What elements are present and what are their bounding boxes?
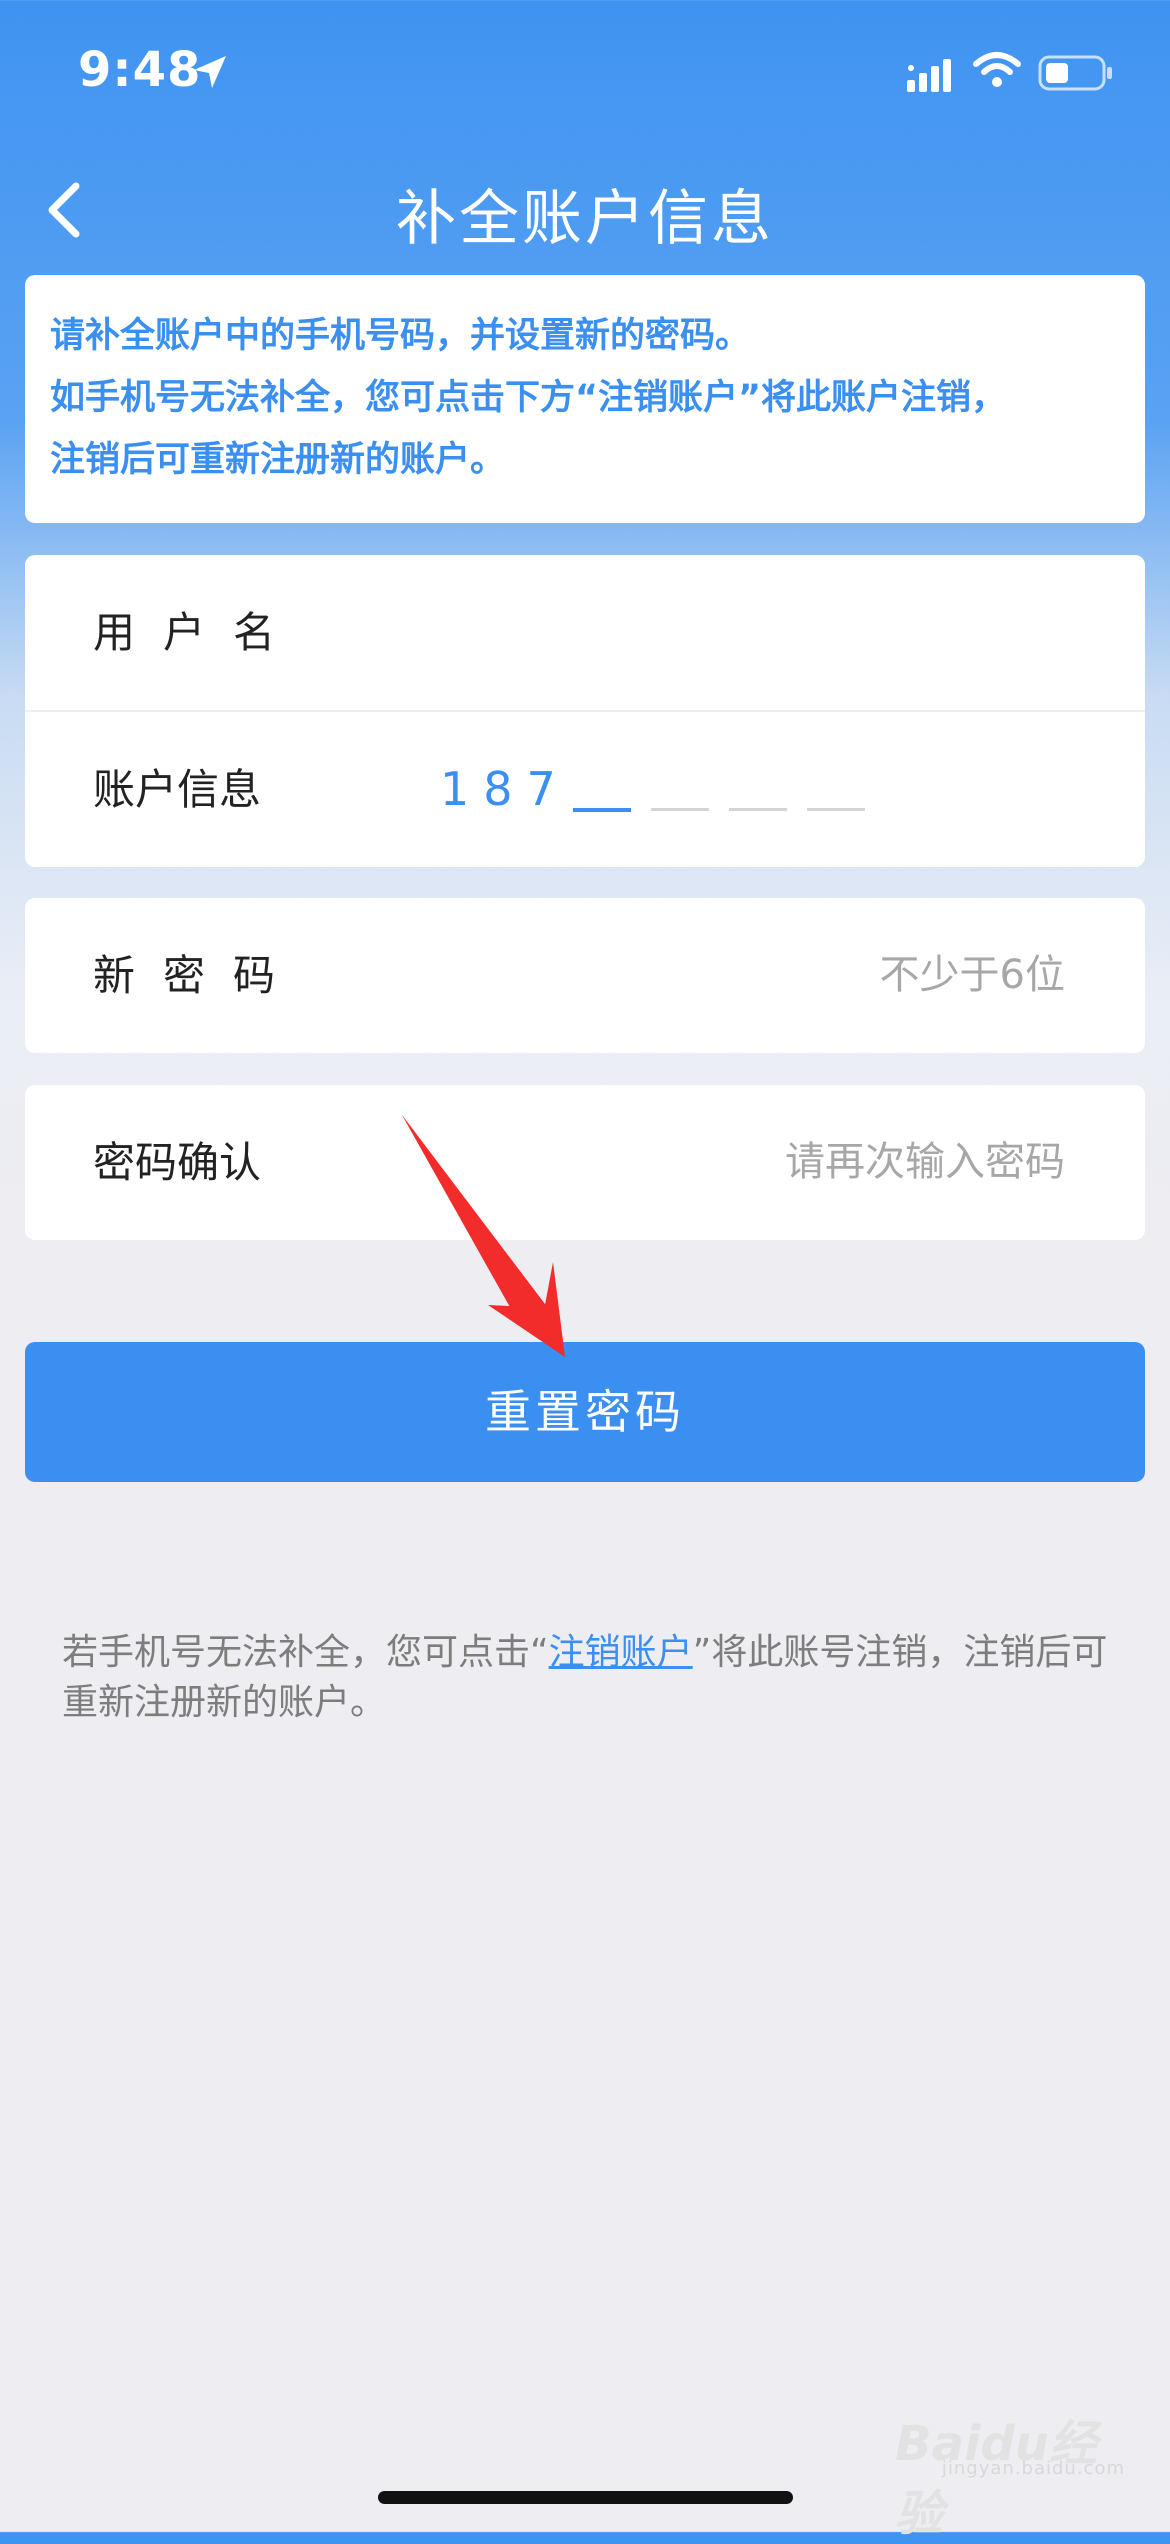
location-arrow-icon: [194, 56, 226, 88]
digit-slot[interactable]: [807, 808, 865, 811]
account-info-label: 账户信息: [93, 765, 262, 814]
account-card: 用户名 账户信息 187: [25, 555, 1145, 867]
confirm-password-field[interactable]: 密码确认 请再次输入密码: [25, 1085, 1145, 1240]
new-password-label: 新密码: [93, 951, 304, 1000]
wifi-icon: [973, 52, 1021, 87]
confirm-password-placeholder: 请再次输入密码: [785, 1139, 1065, 1185]
phone-prefix: 187: [440, 762, 570, 816]
cellular-signal-icon: [907, 59, 951, 92]
digit-slot[interactable]: [573, 808, 631, 812]
footer-note: 若手机号无法补全，您可点击“注销账户”将此账号注销，注销后可重新注册新的账户。: [62, 1628, 1122, 1728]
username-label: 用户名: [93, 608, 304, 657]
notice-line-2: 如手机号无法补全，您可点击下方“注销账户”将此账户注销，: [50, 378, 1007, 418]
page-title: 补全账户信息: [396, 184, 774, 254]
new-password-placeholder: 不少于6位: [879, 952, 1065, 998]
notice-card: 请补全账户中的手机号码，并设置新的密码。 如手机号无法补全，您可点击下方“注销账…: [25, 275, 1145, 523]
new-password-field[interactable]: 新密码 不少于6位: [25, 898, 1145, 1053]
digit-slot[interactable]: [651, 808, 709, 811]
reset-password-button[interactable]: 重置密码: [25, 1342, 1145, 1482]
cancel-account-link[interactable]: 注销账户: [549, 1632, 693, 1673]
confirm-password-card: 密码确认 请再次输入密码: [25, 1085, 1145, 1240]
account-info-row[interactable]: 账户信息 187: [25, 712, 1145, 867]
notice-line-3: 注销后可重新注册新的账户。: [50, 440, 506, 480]
confirm-password-label: 密码确认: [93, 1138, 262, 1187]
footer-text-before: 若手机号无法补全，您可点击“: [62, 1632, 549, 1673]
home-indicator[interactable]: [378, 2491, 793, 2504]
watermark-site: jingyan.baidu.com: [941, 2458, 1125, 2479]
navigation-bar: 补全账户信息: [0, 150, 1170, 270]
status-bar: 9:48: [0, 0, 1170, 150]
digit-slot[interactable]: [729, 808, 787, 811]
battery-icon: [1038, 55, 1112, 91]
notice-line-1: 请补全账户中的手机号码，并设置新的密码。: [50, 316, 751, 356]
baidu-watermark: Baidu经验 jingyan.baidu.com: [895, 2404, 1125, 2542]
new-password-card: 新密码 不少于6位: [25, 898, 1145, 1053]
username-row[interactable]: 用户名: [25, 555, 1145, 712]
status-time: 9:48: [78, 42, 202, 98]
